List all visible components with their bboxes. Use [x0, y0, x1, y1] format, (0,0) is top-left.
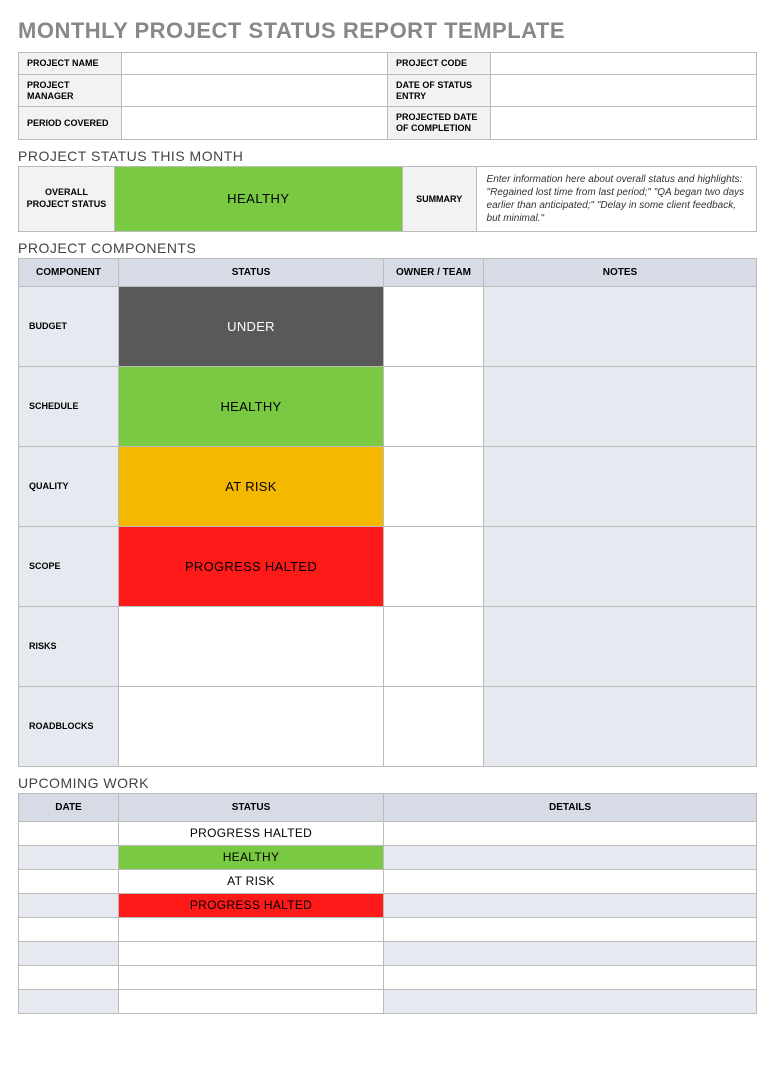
table-row [19, 917, 757, 941]
table-row: SCHEDULEHEALTHY [19, 366, 757, 446]
upcoming-details[interactable] [384, 845, 757, 869]
label-projected-completion: PROJECTED DATE OF COMPLETION [387, 107, 490, 140]
section-upcoming: UPCOMING WORK [18, 775, 757, 791]
upcoming-details[interactable] [384, 989, 757, 1013]
label-project-name: PROJECT NAME [19, 53, 122, 75]
section-status-this-month: PROJECT STATUS THIS MONTH [18, 148, 757, 164]
component-name: BUDGET [19, 286, 119, 366]
component-name: QUALITY [19, 446, 119, 526]
value-projected-completion[interactable] [491, 107, 757, 140]
component-notes[interactable] [484, 606, 757, 686]
upcoming-date[interactable] [19, 917, 119, 941]
table-row: PROGRESS HALTED [19, 821, 757, 845]
component-notes[interactable] [484, 526, 757, 606]
upcoming-details[interactable] [384, 821, 757, 845]
component-name: RISKS [19, 606, 119, 686]
upcoming-status [119, 989, 384, 1013]
value-project-name[interactable] [122, 53, 388, 75]
component-owner[interactable] [384, 446, 484, 526]
col-details: DETAILS [384, 793, 757, 821]
overall-status-label: OVERALL PROJECT STATUS [19, 166, 115, 231]
component-status: PROGRESS HALTED [119, 526, 384, 606]
upcoming-details[interactable] [384, 941, 757, 965]
component-owner[interactable] [384, 606, 484, 686]
upcoming-date[interactable] [19, 845, 119, 869]
upcoming-status: HEALTHY [119, 845, 384, 869]
col-owner: OWNER / TEAM [384, 258, 484, 286]
upcoming-status: PROGRESS HALTED [119, 821, 384, 845]
component-status [119, 686, 384, 766]
upcoming-details[interactable] [384, 893, 757, 917]
component-status [119, 606, 384, 686]
value-project-code[interactable] [491, 53, 757, 75]
summary-label: SUMMARY [402, 166, 476, 231]
table-row: SCOPEPROGRESS HALTED [19, 526, 757, 606]
value-date-of-entry[interactable] [491, 74, 757, 107]
overall-status-value: HEALTHY [114, 166, 402, 231]
upcoming-date[interactable] [19, 869, 119, 893]
col-component: COMPONENT [19, 258, 119, 286]
components-table: COMPONENT STATUS OWNER / TEAM NOTES BUDG… [18, 258, 757, 767]
upcoming-table: DATE STATUS DETAILS PROGRESS HALTEDHEALT… [18, 793, 757, 1014]
component-status: HEALTHY [119, 366, 384, 446]
component-owner[interactable] [384, 526, 484, 606]
table-row: PROGRESS HALTED [19, 893, 757, 917]
table-row: AT RISK [19, 869, 757, 893]
upcoming-status [119, 965, 384, 989]
label-project-code: PROJECT CODE [387, 53, 490, 75]
overall-status-table: OVERALL PROJECT STATUS HEALTHY SUMMARY E… [18, 166, 757, 232]
component-name: SCOPE [19, 526, 119, 606]
table-row [19, 941, 757, 965]
table-row [19, 965, 757, 989]
label-project-manager: PROJECT MANAGER [19, 74, 122, 107]
label-period-covered: PERIOD COVERED [19, 107, 122, 140]
upcoming-details[interactable] [384, 965, 757, 989]
table-row [19, 989, 757, 1013]
upcoming-date[interactable] [19, 821, 119, 845]
col-date: DATE [19, 793, 119, 821]
upcoming-details[interactable] [384, 917, 757, 941]
upcoming-date[interactable] [19, 893, 119, 917]
col-status: STATUS [119, 258, 384, 286]
col-notes: NOTES [484, 258, 757, 286]
label-date-of-entry: DATE OF STATUS ENTRY [387, 74, 490, 107]
component-owner[interactable] [384, 286, 484, 366]
component-notes[interactable] [484, 446, 757, 526]
component-status: AT RISK [119, 446, 384, 526]
component-notes[interactable] [484, 286, 757, 366]
page-title: MONTHLY PROJECT STATUS REPORT TEMPLATE [18, 18, 757, 44]
table-row: ROADBLOCKS [19, 686, 757, 766]
upcoming-status [119, 917, 384, 941]
col-status2: STATUS [119, 793, 384, 821]
upcoming-status: PROGRESS HALTED [119, 893, 384, 917]
summary-text[interactable]: Enter information here about overall sta… [476, 166, 756, 231]
value-period-covered[interactable] [122, 107, 388, 140]
component-notes[interactable] [484, 686, 757, 766]
value-project-manager[interactable] [122, 74, 388, 107]
upcoming-date[interactable] [19, 965, 119, 989]
component-name: SCHEDULE [19, 366, 119, 446]
component-status: UNDER [119, 286, 384, 366]
table-row: HEALTHY [19, 845, 757, 869]
table-row: QUALITYAT RISK [19, 446, 757, 526]
upcoming-date[interactable] [19, 989, 119, 1013]
upcoming-status [119, 941, 384, 965]
table-row: BUDGETUNDER [19, 286, 757, 366]
upcoming-date[interactable] [19, 941, 119, 965]
component-owner[interactable] [384, 366, 484, 446]
project-meta-table: PROJECT NAME PROJECT CODE PROJECT MANAGE… [18, 52, 757, 140]
component-notes[interactable] [484, 366, 757, 446]
section-components: PROJECT COMPONENTS [18, 240, 757, 256]
upcoming-details[interactable] [384, 869, 757, 893]
component-owner[interactable] [384, 686, 484, 766]
table-row: RISKS [19, 606, 757, 686]
component-name: ROADBLOCKS [19, 686, 119, 766]
upcoming-status: AT RISK [119, 869, 384, 893]
